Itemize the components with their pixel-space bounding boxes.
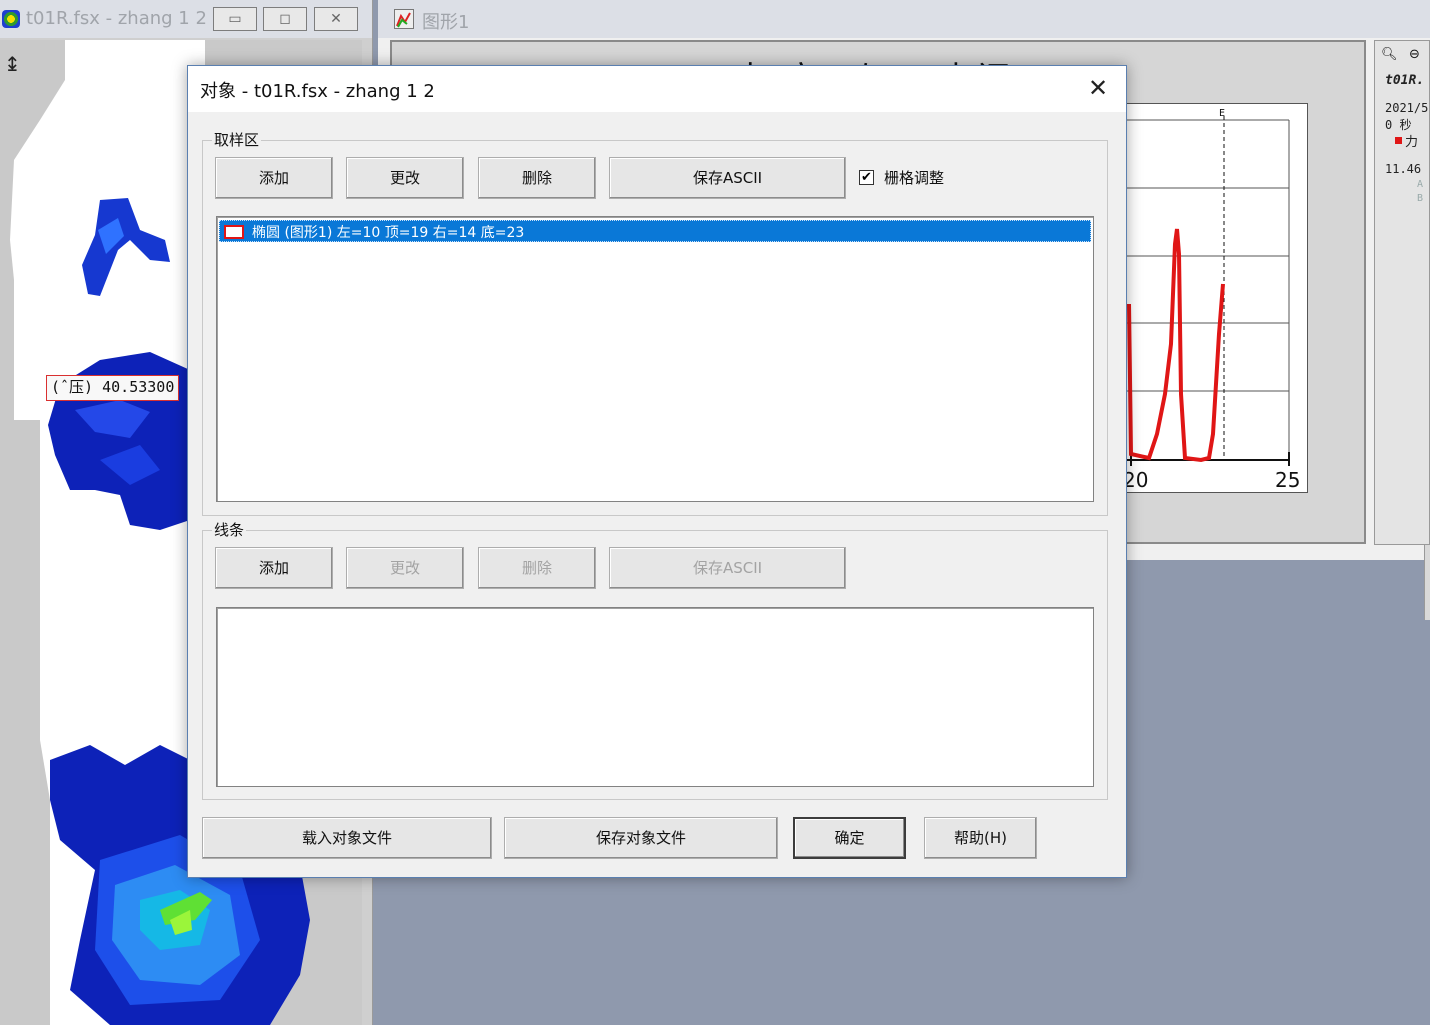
marker-label: E xyxy=(1219,108,1226,119)
sample-region-label: 取样区 xyxy=(212,129,262,150)
lines-add-button[interactable]: 添加 xyxy=(215,547,333,589)
lines-list[interactable] xyxy=(216,607,1094,787)
x-tick-label: 25 xyxy=(1275,468,1301,492)
lines-label: 线条 xyxy=(212,519,247,540)
sample-save-ascii-button[interactable]: 保存ASCII xyxy=(609,157,846,199)
graph-side-panel: 🔍︎ ⊖ t01R. 2021/5 0 秒 力 11.46 A B xyxy=(1374,40,1430,545)
graph-titlebar[interactable]: 图形1 xyxy=(378,0,1430,38)
pressure-map-title: t01R.fsx - zhang 1 2 xyxy=(26,8,207,29)
restore-icon: ◻ xyxy=(279,11,291,27)
force-trace xyxy=(1127,228,1225,463)
close-button[interactable]: ✕ xyxy=(314,7,358,31)
side-panel-value: 11.46 xyxy=(1385,162,1422,176)
grid-adjust-label[interactable]: 栅格调整 xyxy=(884,167,944,188)
sample-delete-button[interactable]: 删除 xyxy=(478,157,596,199)
dialog-titlebar[interactable]: 对象 - t01R.fsx - zhang 1 2 ✕ xyxy=(188,66,1126,112)
objects-dialog: 对象 - t01R.fsx - zhang 1 2 ✕ 取样区 添加 更改 删除… xyxy=(187,65,1127,878)
sample-edit-button[interactable]: 更改 xyxy=(346,157,464,199)
pressure-map-titlebar[interactable]: t01R.fsx - zhang 1 2 ▭ ◻ ✕ xyxy=(0,0,372,38)
sample-add-button[interactable]: 添加 xyxy=(215,157,333,199)
app-icon xyxy=(2,10,20,28)
side-panel-title: t01R. xyxy=(1385,73,1425,88)
sample-region-list[interactable]: 椭圆 (图形1) 左=10 顶=19 右=14 底=23 xyxy=(216,216,1094,502)
checkmark-icon: ✔ xyxy=(861,170,872,185)
force-time-plot[interactable]: E 20 25 xyxy=(1108,103,1308,493)
side-panel-faded-a: A xyxy=(1417,179,1424,190)
help-button[interactable]: 帮助(H) xyxy=(924,817,1037,859)
force-time-plot-svg xyxy=(1109,116,1290,466)
zoom-in-icon[interactable]: 🔍︎ xyxy=(1381,47,1398,62)
ellipse-color-swatch xyxy=(224,225,244,239)
window-edge xyxy=(1424,545,1430,620)
minimize-icon: ▭ xyxy=(228,11,242,27)
ok-button[interactable]: 确定 xyxy=(793,817,906,859)
close-icon: ✕ xyxy=(330,11,342,27)
save-object-file-button[interactable]: 保存对象文件 xyxy=(504,817,778,859)
side-panel-faded-b: B xyxy=(1417,193,1424,204)
lines-save-ascii-button[interactable]: 保存ASCII xyxy=(609,547,846,589)
list-item-text: 椭圆 (图形1) 左=10 顶=19 右=14 底=23 xyxy=(252,225,525,241)
chart-icon-glyph xyxy=(396,12,411,28)
load-object-file-button[interactable]: 载入对象文件 xyxy=(202,817,492,859)
lines-delete-button[interactable]: 删除 xyxy=(478,547,596,589)
legend-swatch xyxy=(1395,137,1402,144)
list-item[interactable]: 椭圆 (图形1) 左=10 顶=19 右=14 底=23 xyxy=(219,220,1091,242)
pressure-readout: (ˆ压) 40.53300 xyxy=(46,375,180,401)
minimize-button[interactable]: ▭ xyxy=(213,7,257,31)
grid-adjust-checkbox[interactable]: ✔ xyxy=(859,170,874,185)
legend-label: 力 xyxy=(1405,135,1419,150)
dialog-title: 对象 - t01R.fsx - zhang 1 2 xyxy=(200,81,435,102)
side-panel-date: 2021/5 xyxy=(1385,101,1429,115)
zoom-out-icon[interactable]: ⊖ xyxy=(1409,47,1420,62)
chart-icon xyxy=(394,9,414,29)
restore-button[interactable]: ◻ xyxy=(263,7,307,31)
dialog-close-button[interactable]: ✕ xyxy=(1078,72,1118,106)
cursor-marker-icon: ↨ xyxy=(4,52,21,76)
lines-edit-button[interactable]: 更改 xyxy=(346,547,464,589)
close-icon: ✕ xyxy=(1087,74,1109,102)
graph-window-title: 图形1 xyxy=(422,12,470,33)
